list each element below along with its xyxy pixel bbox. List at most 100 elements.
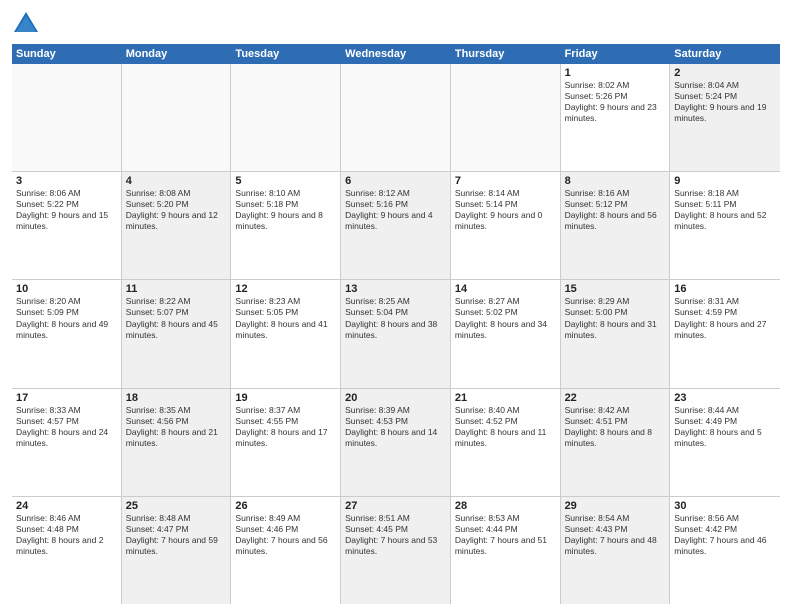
day-number: 7 bbox=[455, 175, 556, 187]
day-info: Sunrise: 8:29 AM Sunset: 5:00 PM Dayligh… bbox=[565, 296, 666, 340]
day-info: Sunrise: 8:37 AM Sunset: 4:55 PM Dayligh… bbox=[235, 405, 336, 449]
day-info: Sunrise: 8:12 AM Sunset: 5:16 PM Dayligh… bbox=[345, 188, 446, 232]
day-number: 28 bbox=[455, 500, 556, 512]
calendar-cell-empty-0-1 bbox=[122, 64, 232, 171]
calendar-cell-day-2: 2Sunrise: 8:04 AM Sunset: 5:24 PM Daylig… bbox=[670, 64, 780, 171]
day-number: 19 bbox=[235, 392, 336, 404]
calendar-cell-day-13: 13Sunrise: 8:25 AM Sunset: 5:04 PM Dayli… bbox=[341, 280, 451, 387]
day-info: Sunrise: 8:22 AM Sunset: 5:07 PM Dayligh… bbox=[126, 296, 227, 340]
calendar-cell-day-15: 15Sunrise: 8:29 AM Sunset: 5:00 PM Dayli… bbox=[561, 280, 671, 387]
day-number: 6 bbox=[345, 175, 446, 187]
calendar-cell-empty-0-0 bbox=[12, 64, 122, 171]
calendar-cell-day-11: 11Sunrise: 8:22 AM Sunset: 5:07 PM Dayli… bbox=[122, 280, 232, 387]
calendar-cell-empty-0-4 bbox=[451, 64, 561, 171]
day-number: 20 bbox=[345, 392, 446, 404]
day-info: Sunrise: 8:42 AM Sunset: 4:51 PM Dayligh… bbox=[565, 405, 666, 449]
day-number: 17 bbox=[16, 392, 117, 404]
day-info: Sunrise: 8:08 AM Sunset: 5:20 PM Dayligh… bbox=[126, 188, 227, 232]
day-info: Sunrise: 8:18 AM Sunset: 5:11 PM Dayligh… bbox=[674, 188, 776, 232]
day-number: 13 bbox=[345, 283, 446, 295]
day-info: Sunrise: 8:10 AM Sunset: 5:18 PM Dayligh… bbox=[235, 188, 336, 232]
calendar-cell-day-21: 21Sunrise: 8:40 AM Sunset: 4:52 PM Dayli… bbox=[451, 389, 561, 496]
calendar-cell-day-25: 25Sunrise: 8:48 AM Sunset: 4:47 PM Dayli… bbox=[122, 497, 232, 604]
day-info: Sunrise: 8:39 AM Sunset: 4:53 PM Dayligh… bbox=[345, 405, 446, 449]
day-info: Sunrise: 8:27 AM Sunset: 5:02 PM Dayligh… bbox=[455, 296, 556, 340]
day-info: Sunrise: 8:14 AM Sunset: 5:14 PM Dayligh… bbox=[455, 188, 556, 232]
calendar: SundayMondayTuesdayWednesdayThursdayFrid… bbox=[12, 44, 780, 604]
header-day-monday: Monday bbox=[122, 44, 232, 64]
day-number: 22 bbox=[565, 392, 666, 404]
calendar-cell-day-27: 27Sunrise: 8:51 AM Sunset: 4:45 PM Dayli… bbox=[341, 497, 451, 604]
day-info: Sunrise: 8:25 AM Sunset: 5:04 PM Dayligh… bbox=[345, 296, 446, 340]
day-number: 3 bbox=[16, 175, 117, 187]
calendar-row-1: 3Sunrise: 8:06 AM Sunset: 5:22 PM Daylig… bbox=[12, 172, 780, 280]
day-number: 2 bbox=[674, 67, 776, 79]
day-info: Sunrise: 8:48 AM Sunset: 4:47 PM Dayligh… bbox=[126, 513, 227, 557]
calendar-cell-day-19: 19Sunrise: 8:37 AM Sunset: 4:55 PM Dayli… bbox=[231, 389, 341, 496]
calendar-cell-day-20: 20Sunrise: 8:39 AM Sunset: 4:53 PM Dayli… bbox=[341, 389, 451, 496]
page-container: SundayMondayTuesdayWednesdayThursdayFrid… bbox=[0, 0, 792, 612]
day-number: 9 bbox=[674, 175, 776, 187]
day-number: 1 bbox=[565, 67, 666, 79]
header-day-sunday: Sunday bbox=[12, 44, 122, 64]
header-day-thursday: Thursday bbox=[451, 44, 561, 64]
day-number: 12 bbox=[235, 283, 336, 295]
day-number: 23 bbox=[674, 392, 776, 404]
calendar-cell-day-5: 5Sunrise: 8:10 AM Sunset: 5:18 PM Daylig… bbox=[231, 172, 341, 279]
header-day-friday: Friday bbox=[561, 44, 671, 64]
day-info: Sunrise: 8:44 AM Sunset: 4:49 PM Dayligh… bbox=[674, 405, 776, 449]
day-number: 30 bbox=[674, 500, 776, 512]
calendar-cell-day-6: 6Sunrise: 8:12 AM Sunset: 5:16 PM Daylig… bbox=[341, 172, 451, 279]
day-info: Sunrise: 8:53 AM Sunset: 4:44 PM Dayligh… bbox=[455, 513, 556, 557]
calendar-row-4: 24Sunrise: 8:46 AM Sunset: 4:48 PM Dayli… bbox=[12, 497, 780, 604]
calendar-cell-day-1: 1Sunrise: 8:02 AM Sunset: 5:26 PM Daylig… bbox=[561, 64, 671, 171]
day-number: 5 bbox=[235, 175, 336, 187]
calendar-cell-day-29: 29Sunrise: 8:54 AM Sunset: 4:43 PM Dayli… bbox=[561, 497, 671, 604]
day-info: Sunrise: 8:51 AM Sunset: 4:45 PM Dayligh… bbox=[345, 513, 446, 557]
header-day-wednesday: Wednesday bbox=[341, 44, 451, 64]
day-number: 10 bbox=[16, 283, 117, 295]
calendar-cell-day-23: 23Sunrise: 8:44 AM Sunset: 4:49 PM Dayli… bbox=[670, 389, 780, 496]
day-number: 29 bbox=[565, 500, 666, 512]
header-day-tuesday: Tuesday bbox=[231, 44, 341, 64]
calendar-cell-day-30: 30Sunrise: 8:56 AM Sunset: 4:42 PM Dayli… bbox=[670, 497, 780, 604]
calendar-cell-day-24: 24Sunrise: 8:46 AM Sunset: 4:48 PM Dayli… bbox=[12, 497, 122, 604]
day-number: 25 bbox=[126, 500, 227, 512]
calendar-cell-day-28: 28Sunrise: 8:53 AM Sunset: 4:44 PM Dayli… bbox=[451, 497, 561, 604]
header-day-saturday: Saturday bbox=[670, 44, 780, 64]
calendar-cell-day-3: 3Sunrise: 8:06 AM Sunset: 5:22 PM Daylig… bbox=[12, 172, 122, 279]
day-info: Sunrise: 8:31 AM Sunset: 4:59 PM Dayligh… bbox=[674, 296, 776, 340]
calendar-cell-empty-0-3 bbox=[341, 64, 451, 171]
calendar-cell-day-17: 17Sunrise: 8:33 AM Sunset: 4:57 PM Dayli… bbox=[12, 389, 122, 496]
calendar-cell-day-22: 22Sunrise: 8:42 AM Sunset: 4:51 PM Dayli… bbox=[561, 389, 671, 496]
day-info: Sunrise: 8:35 AM Sunset: 4:56 PM Dayligh… bbox=[126, 405, 227, 449]
day-number: 24 bbox=[16, 500, 117, 512]
day-number: 18 bbox=[126, 392, 227, 404]
day-number: 4 bbox=[126, 175, 227, 187]
day-info: Sunrise: 8:54 AM Sunset: 4:43 PM Dayligh… bbox=[565, 513, 666, 557]
day-number: 21 bbox=[455, 392, 556, 404]
day-number: 14 bbox=[455, 283, 556, 295]
calendar-header: SundayMondayTuesdayWednesdayThursdayFrid… bbox=[12, 44, 780, 64]
day-info: Sunrise: 8:56 AM Sunset: 4:42 PM Dayligh… bbox=[674, 513, 776, 557]
calendar-cell-day-10: 10Sunrise: 8:20 AM Sunset: 5:09 PM Dayli… bbox=[12, 280, 122, 387]
day-info: Sunrise: 8:06 AM Sunset: 5:22 PM Dayligh… bbox=[16, 188, 117, 232]
day-number: 15 bbox=[565, 283, 666, 295]
day-info: Sunrise: 8:02 AM Sunset: 5:26 PM Dayligh… bbox=[565, 80, 666, 124]
day-info: Sunrise: 8:40 AM Sunset: 4:52 PM Dayligh… bbox=[455, 405, 556, 449]
day-info: Sunrise: 8:23 AM Sunset: 5:05 PM Dayligh… bbox=[235, 296, 336, 340]
calendar-row-0: 1Sunrise: 8:02 AM Sunset: 5:26 PM Daylig… bbox=[12, 64, 780, 172]
calendar-row-2: 10Sunrise: 8:20 AM Sunset: 5:09 PM Dayli… bbox=[12, 280, 780, 388]
day-info: Sunrise: 8:46 AM Sunset: 4:48 PM Dayligh… bbox=[16, 513, 117, 557]
calendar-cell-day-7: 7Sunrise: 8:14 AM Sunset: 5:14 PM Daylig… bbox=[451, 172, 561, 279]
day-number: 8 bbox=[565, 175, 666, 187]
day-number: 11 bbox=[126, 283, 227, 295]
calendar-cell-empty-0-2 bbox=[231, 64, 341, 171]
calendar-row-3: 17Sunrise: 8:33 AM Sunset: 4:57 PM Dayli… bbox=[12, 389, 780, 497]
day-number: 26 bbox=[235, 500, 336, 512]
day-info: Sunrise: 8:20 AM Sunset: 5:09 PM Dayligh… bbox=[16, 296, 117, 340]
calendar-cell-day-4: 4Sunrise: 8:08 AM Sunset: 5:20 PM Daylig… bbox=[122, 172, 232, 279]
calendar-body: 1Sunrise: 8:02 AM Sunset: 5:26 PM Daylig… bbox=[12, 64, 780, 604]
day-info: Sunrise: 8:49 AM Sunset: 4:46 PM Dayligh… bbox=[235, 513, 336, 557]
calendar-cell-day-16: 16Sunrise: 8:31 AM Sunset: 4:59 PM Dayli… bbox=[670, 280, 780, 387]
